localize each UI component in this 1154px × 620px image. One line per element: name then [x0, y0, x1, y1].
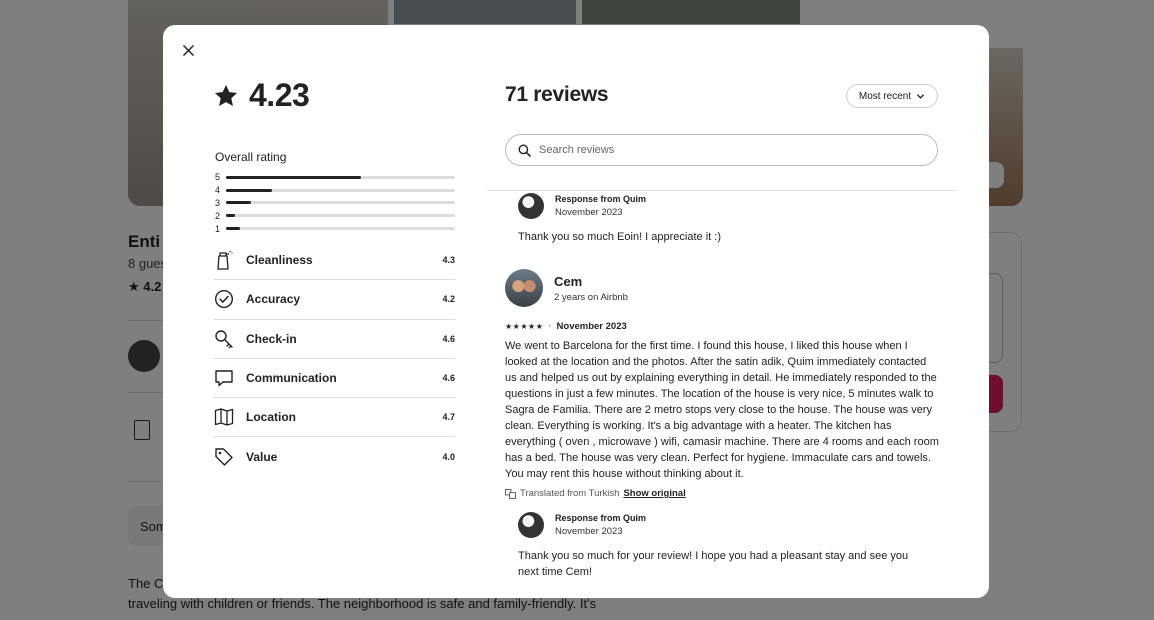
overall-rating-label: Overall rating: [215, 150, 287, 164]
distribution-star-label: 5: [215, 172, 221, 183]
distribution-bar-fill: [226, 188, 272, 192]
response-header: Response from Quim November 2023: [518, 512, 945, 538]
distribution-bar-fill: [226, 175, 362, 179]
review-item: Cem 2 years on Airbnb ★★★★★ · November 2…: [505, 269, 945, 499]
separator-dot: ·: [548, 321, 552, 332]
reviews-modal: 4.23 Overall rating 5 43 2 1 Cleanliness 4.3…: [163, 25, 989, 598]
show-original-link[interactable]: Show original: [623, 488, 685, 499]
key-icon: [213, 328, 235, 350]
distribution-bar: [226, 201, 455, 205]
category-name: Check-in: [246, 331, 297, 346]
review-date: November 2023: [556, 321, 627, 332]
translated-label: Translated from Turkish: [520, 488, 620, 499]
review-rating-row: ★★★★★ · November 2023: [505, 321, 945, 332]
overall-score: 4.23: [213, 77, 310, 114]
chevron-down-icon: [917, 93, 924, 99]
category-cleanliness: Cleanliness 4.3: [213, 241, 455, 281]
host-response: Response from Quim November 2023 Thank y…: [518, 512, 945, 580]
search-icon: [518, 144, 531, 157]
reviewer-tenure: 2 years on Airbnb: [554, 291, 628, 303]
category-name: Value: [246, 450, 278, 465]
distribution-bar-fill: [226, 214, 236, 218]
response-date: November 2023: [555, 526, 623, 537]
distribution-star-label: 3: [215, 197, 221, 208]
response-text: Thank you so much Eoin! I appreciate it …: [518, 231, 721, 243]
response-from: Response from Quim: [555, 194, 647, 204]
review-text: We went to Barcelona for the first time.…: [505, 340, 939, 480]
category-value: 4.6: [442, 373, 455, 384]
response-header: Response from Quim November 2023: [518, 193, 945, 219]
category-accuracy: Accuracy 4.2: [213, 280, 455, 320]
distribution-bar: [226, 227, 455, 231]
category-name: Cleanliness: [246, 253, 313, 268]
host-avatar[interactable]: [518, 193, 544, 219]
sort-dropdown[interactable]: Most recent: [846, 84, 938, 108]
distribution-row-2: 2: [215, 209, 455, 222]
response-text: Thank you so much for your review! I hop…: [518, 550, 909, 578]
translation-note: Translated from Turkish Show original: [505, 488, 945, 499]
reviews-count: 71 reviews: [505, 83, 609, 106]
distribution-bar: [226, 188, 455, 192]
category-value: 4.6: [442, 333, 455, 344]
map-icon: [213, 406, 235, 428]
star-icon: [214, 84, 238, 106]
review-stars: ★★★★★: [505, 322, 544, 331]
check-circle-icon: [213, 288, 235, 310]
category-name: Location: [246, 410, 296, 425]
distribution-star-label: 2: [215, 210, 221, 221]
category-value: 4.2: [442, 294, 455, 305]
category-ratings: Cleanliness 4.3 Accuracy 4.2 Check-in 4.6 Comm…: [213, 241, 455, 477]
chat-bubble-icon: [213, 367, 235, 389]
distribution-row-4: 4: [215, 184, 455, 197]
overall-score-value: 4.23: [249, 77, 310, 113]
distribution-star-label: 4: [215, 185, 221, 196]
distribution-row-5: 5: [215, 171, 455, 184]
reviewer-name: Cem: [554, 273, 583, 289]
reviews-panel: 71 reviews Most recent Response from Qui…: [487, 25, 957, 598]
host-avatar[interactable]: [518, 512, 544, 538]
category-communication: Communication 4.6: [213, 359, 455, 399]
response-meta: Response from Quim November 2023: [555, 513, 646, 537]
sort-label: Most recent: [858, 90, 912, 102]
category-value: 4.7: [442, 412, 455, 423]
distribution-star-label: 1: [215, 223, 221, 234]
category-value: Value 4.0: [213, 437, 455, 476]
response-from: Response from Quim: [555, 513, 647, 523]
distribution-bar-fill: [226, 201, 252, 205]
search-reviews-input[interactable]: [539, 144, 919, 156]
category-value: 4.3: [442, 255, 455, 266]
category-name: Communication: [246, 371, 337, 386]
rating-distribution: 5 43 2 1: [215, 171, 455, 235]
category-check-in: Check-in 4.6: [213, 320, 455, 359]
tag-icon: [213, 446, 235, 468]
reviewer-meta: Cem 2 years on Airbnb: [554, 274, 628, 303]
host-response: Response from Quim November 2023 Thank y…: [518, 193, 945, 245]
reviewer-avatar[interactable]: [505, 269, 543, 307]
distribution-bar: [226, 214, 455, 218]
category-value: 4.0: [442, 452, 455, 463]
search-reviews-box[interactable]: [505, 134, 938, 166]
distribution-row-1: 1: [215, 222, 455, 235]
reviewer: Cem 2 years on Airbnb: [505, 269, 945, 307]
reviews-list[interactable]: Response from Quim November 2023 Thank y…: [505, 191, 945, 598]
response-date: November 2023: [555, 207, 623, 218]
translate-icon: [505, 488, 516, 499]
close-icon: [182, 44, 194, 56]
spray-bottle-icon: [213, 249, 235, 271]
response-meta: Response from Quim November 2023: [555, 194, 646, 218]
close-button[interactable]: [179, 41, 197, 59]
distribution-bar: [226, 175, 455, 179]
category-name: Accuracy: [246, 292, 301, 307]
distribution-row-3: 3: [215, 197, 455, 210]
category-location: Location 4.7: [213, 398, 455, 438]
distribution-bar-fill: [226, 227, 240, 231]
